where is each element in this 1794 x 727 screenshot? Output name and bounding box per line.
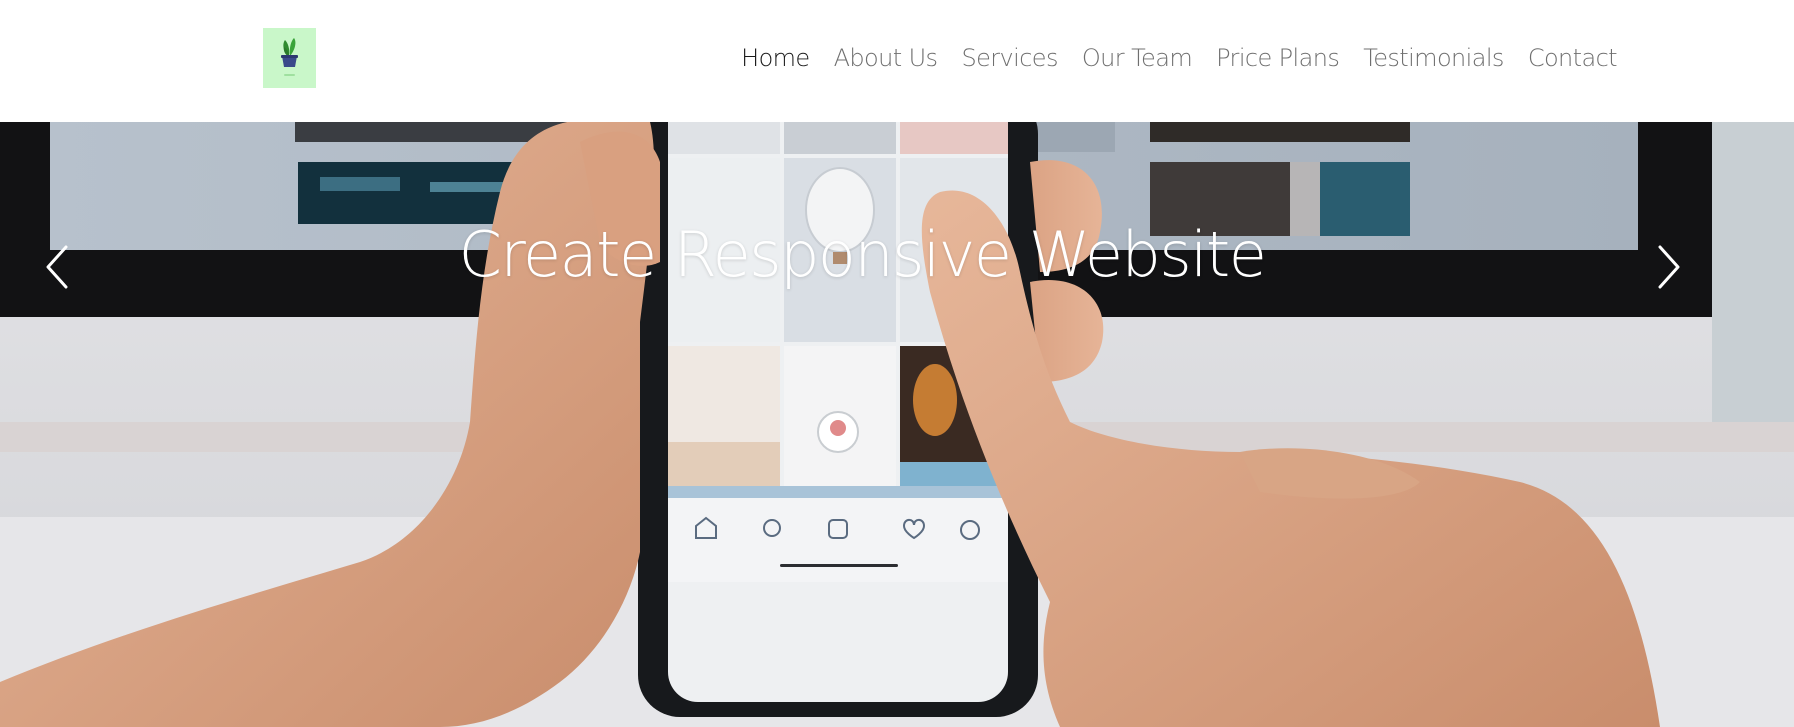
nav-item-price-plans[interactable]: Price Plans xyxy=(1216,44,1340,72)
hero-title: Create Responsive Website xyxy=(458,218,1267,291)
main-nav: Home About Us Services Our Team Price Pl… xyxy=(741,0,1617,116)
hero-slider: Create Responsive Website xyxy=(0,122,1794,727)
site-header: Home About Us Services Our Team Price Pl… xyxy=(0,0,1794,122)
chevron-left-icon xyxy=(46,245,68,289)
chevron-right-icon xyxy=(1658,245,1680,289)
hero-background-image xyxy=(0,122,1794,727)
nav-item-testimonials[interactable]: Testimonials xyxy=(1363,44,1504,72)
slider-next-button[interactable] xyxy=(1648,237,1688,297)
slider-prev-button[interactable] xyxy=(38,237,78,297)
logo[interactable] xyxy=(263,28,316,88)
nav-item-services[interactable]: Services xyxy=(961,44,1058,72)
nav-item-contact[interactable]: Contact xyxy=(1528,44,1618,72)
plant-pot-icon xyxy=(281,38,298,76)
nav-item-about-us[interactable]: About Us xyxy=(834,44,938,72)
nav-item-home[interactable]: Home xyxy=(741,44,810,72)
nav-item-our-team[interactable]: Our Team xyxy=(1082,44,1193,72)
